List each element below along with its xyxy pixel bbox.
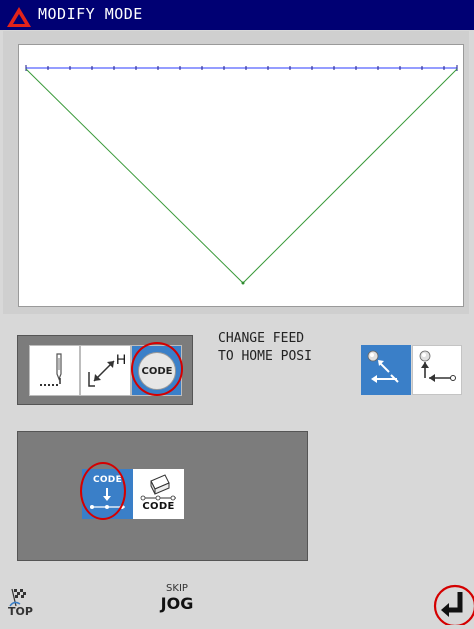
jog-label: JOG <box>160 594 194 613</box>
enter-return-icon <box>433 584 474 628</box>
enter-button[interactable] <box>430 580 474 628</box>
height-adjust-button[interactable]: H <box>80 345 131 396</box>
code-insert-button[interactable]: CODE <box>82 469 133 519</box>
control-area: H CODE CHANGE FEED TO HOME POSI CODE COD… <box>0 318 474 628</box>
code-eraser-label: CODE <box>142 501 175 512</box>
needle-stitch-icon <box>40 353 62 386</box>
code-insert-label: CODE <box>92 475 123 485</box>
pattern-canvas[interactable] <box>18 44 464 307</box>
change-feed-line1: CHANGE FEED <box>218 331 305 346</box>
triangle-path <box>25 68 458 284</box>
title-bar: MODIFY MODE <box>0 0 474 30</box>
stitch-pattern <box>25 65 458 285</box>
change-feed-label: CHANGE FEED TO HOME POSI <box>218 330 312 366</box>
top-label: TOP <box>8 605 33 618</box>
highlight-ring <box>433 584 474 628</box>
return-home-icon <box>419 350 456 382</box>
code-disc-icon: CODE <box>138 352 176 390</box>
top-button[interactable]: TOP <box>6 586 36 622</box>
mode-button-group: H CODE <box>17 335 193 405</box>
height-adjust-icon: H <box>88 351 126 387</box>
needle-stitch-button[interactable] <box>29 345 80 396</box>
code-button-group: CODE CODE <box>17 431 308 561</box>
start-point <box>241 281 245 285</box>
return-home-button[interactable] <box>412 345 462 395</box>
code-eraser-button[interactable]: CODE <box>133 469 184 519</box>
skip-jog-button[interactable]: SKIP JOG <box>157 583 197 623</box>
code-disc-label: CODE <box>141 365 173 377</box>
feed-to-home-button[interactable] <box>361 345 411 395</box>
pattern-panel <box>3 31 469 314</box>
page-title: MODIFY MODE <box>38 5 143 23</box>
height-label: H <box>116 351 126 367</box>
feed-to-home-icon <box>367 350 399 383</box>
code-mode-button[interactable]: CODE <box>131 345 182 396</box>
brand-logo-icon <box>7 7 31 27</box>
change-feed-line2: TO HOME POSI <box>218 349 312 364</box>
